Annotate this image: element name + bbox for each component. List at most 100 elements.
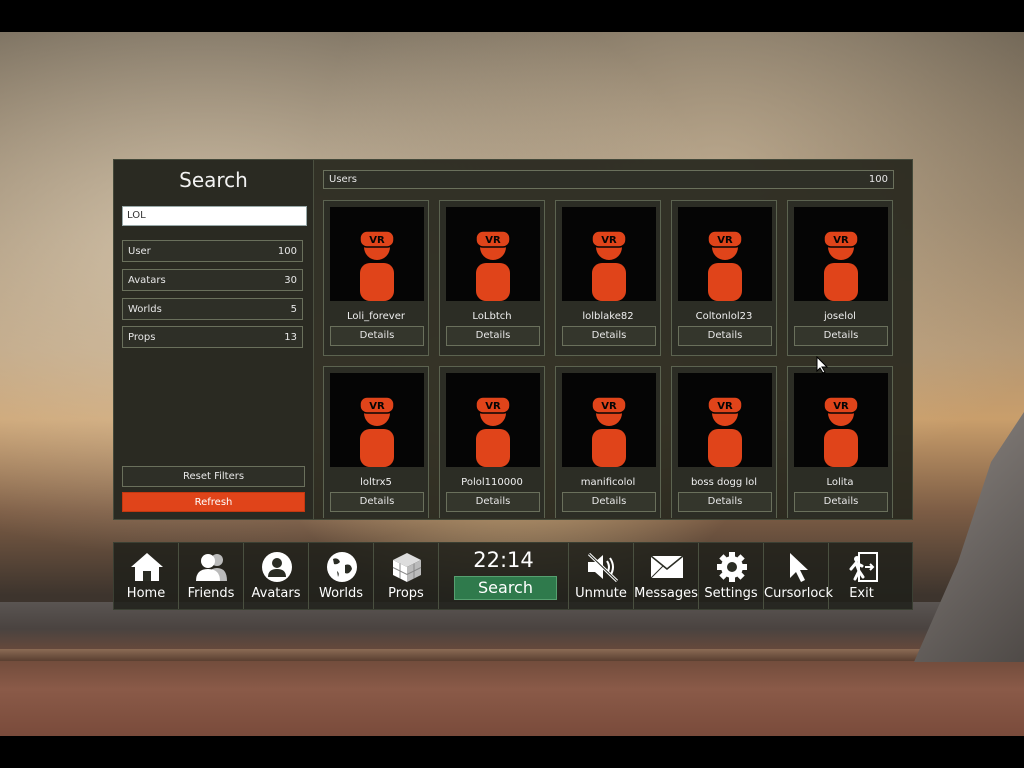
user-name: manificolol	[580, 477, 636, 488]
user-card[interactable]: VR loltrx5 Details	[323, 366, 429, 518]
vr-avatar-thumbnail: VR	[562, 373, 656, 467]
vr-badge-text: VR	[601, 401, 617, 412]
filter-avatars[interactable]: Avatars 30	[122, 269, 303, 291]
vr-headset-person-icon: VR	[823, 230, 859, 301]
menu-label: Unmute	[575, 586, 627, 601]
vr-badge-text: VR	[601, 235, 617, 246]
details-button[interactable]: Details	[446, 326, 540, 346]
search-menu-button[interactable]: Search	[454, 576, 557, 600]
user-name: lolblake82	[582, 311, 634, 322]
vr-badge-text: VR	[833, 401, 849, 412]
details-button[interactable]: Details	[794, 492, 888, 512]
filter-count: 5	[290, 304, 297, 315]
vr-headset-person-icon: VR	[359, 396, 395, 467]
user-name: LoLbtch	[472, 311, 512, 322]
results-header-label: Users	[329, 174, 358, 185]
quick-menu-bar: Home Friends Avatars Worlds Props 22:14 …	[113, 542, 913, 610]
user-name: boss dogg lol	[690, 477, 758, 488]
exit-icon	[849, 552, 878, 582]
menu-friends[interactable]: Friends	[179, 543, 244, 609]
filter-worlds[interactable]: Worlds 5	[122, 298, 303, 320]
user-name: Polol110000	[461, 477, 523, 488]
details-button[interactable]: Details	[678, 326, 772, 346]
user-card[interactable]: VR LoLbtch Details	[439, 200, 545, 356]
details-button[interactable]: Details	[446, 492, 540, 512]
vr-headset-person-icon: VR	[707, 230, 743, 301]
user-card[interactable]: VR boss dogg lol Details	[671, 366, 777, 518]
clock-time: 22:14	[473, 548, 534, 572]
gear-icon	[717, 552, 747, 582]
reset-filters-button[interactable]: Reset Filters	[122, 466, 305, 487]
vr-avatar-thumbnail: VR	[446, 207, 540, 301]
search-input[interactable]	[122, 206, 307, 226]
user-name: Lolita	[826, 477, 854, 488]
menu-label: Props	[388, 586, 424, 601]
vr-avatar-thumbnail: VR	[330, 207, 424, 301]
vr-badge-text: VR	[717, 235, 733, 246]
user-card[interactable]: VR Polol110000 Details	[439, 366, 545, 518]
filter-count: 13	[284, 332, 297, 343]
vr-avatar-thumbnail: VR	[678, 207, 772, 301]
user-name: joselol	[824, 311, 856, 322]
vr-headset-person-icon: VR	[475, 230, 511, 301]
menu-label: Worlds	[318, 586, 364, 601]
filter-label: User	[128, 246, 151, 257]
user-card[interactable]: VR Loli_forever Details	[323, 200, 429, 356]
friends-icon	[196, 554, 227, 581]
vr-badge-text: VR	[485, 401, 501, 412]
filter-count: 100	[277, 246, 297, 257]
avatar-icon	[262, 552, 292, 582]
menu-messages[interactable]: Messages	[634, 543, 699, 609]
menu-settings[interactable]: Settings	[699, 543, 764, 609]
user-name: Loli_forever	[347, 311, 405, 322]
details-button[interactable]: Details	[794, 326, 888, 346]
cube-icon	[392, 553, 422, 582]
vr-headset-person-icon: VR	[591, 230, 627, 301]
menu-exit[interactable]: Exit	[829, 543, 894, 609]
vr-avatar-thumbnail: VR	[794, 207, 888, 301]
mouse-pointer-icon	[816, 356, 828, 374]
vr-badge-text: VR	[717, 401, 733, 412]
filter-label: Props	[128, 332, 156, 343]
user-name: loltrx5	[360, 477, 392, 488]
search-panel: Search User 100 Avatars 30 Worlds 5 Prop…	[113, 159, 913, 520]
vr-avatar-thumbnail: VR	[330, 373, 424, 467]
user-card[interactable]: VR Coltonlol23 Details	[671, 200, 777, 356]
details-button[interactable]: Details	[330, 492, 424, 512]
details-button[interactable]: Details	[562, 492, 656, 512]
vr-badge-text: VR	[369, 235, 385, 246]
refresh-button[interactable]: Refresh	[122, 492, 305, 512]
vr-headset-person-icon: VR	[823, 396, 859, 467]
menu-home[interactable]: Home	[114, 543, 179, 609]
vr-avatar-thumbnail: VR	[794, 373, 888, 467]
menu-cursorlock[interactable]: Cursorlock	[764, 543, 833, 609]
home-icon	[131, 553, 163, 581]
clock-section: 22:14 Search	[439, 543, 569, 609]
terrain	[0, 602, 1024, 736]
menu-unmute[interactable]: Unmute	[569, 543, 634, 609]
user-name: Coltonlol23	[695, 311, 753, 322]
user-card[interactable]: VR manificolol Details	[555, 366, 661, 518]
vr-headset-person-icon: VR	[591, 396, 627, 467]
details-button[interactable]: Details	[330, 326, 424, 346]
vr-avatar-thumbnail: VR	[446, 373, 540, 467]
filter-user[interactable]: User 100	[122, 240, 303, 262]
search-sidebar: Search User 100 Avatars 30 Worlds 5 Prop…	[114, 160, 314, 519]
user-card[interactable]: VR Lolita Details	[787, 366, 893, 518]
details-button[interactable]: Details	[562, 326, 656, 346]
user-card[interactable]: VR joselol Details	[787, 200, 893, 356]
user-card[interactable]: VR lolblake82 Details	[555, 200, 661, 356]
muted-speaker-icon	[587, 552, 619, 583]
vr-badge-text: VR	[833, 235, 849, 246]
vr-badge-text: VR	[485, 235, 501, 246]
menu-avatars[interactable]: Avatars	[244, 543, 309, 609]
filter-label: Avatars	[128, 275, 166, 286]
menu-props[interactable]: Props	[374, 543, 439, 609]
vr-headset-person-icon: VR	[707, 396, 743, 467]
menu-label: Settings	[704, 586, 758, 601]
filter-props[interactable]: Props 13	[122, 326, 303, 348]
menu-worlds[interactable]: Worlds	[309, 543, 374, 609]
vr-headset-person-icon: VR	[475, 396, 511, 467]
details-button[interactable]: Details	[678, 492, 772, 512]
railing	[0, 649, 1024, 661]
